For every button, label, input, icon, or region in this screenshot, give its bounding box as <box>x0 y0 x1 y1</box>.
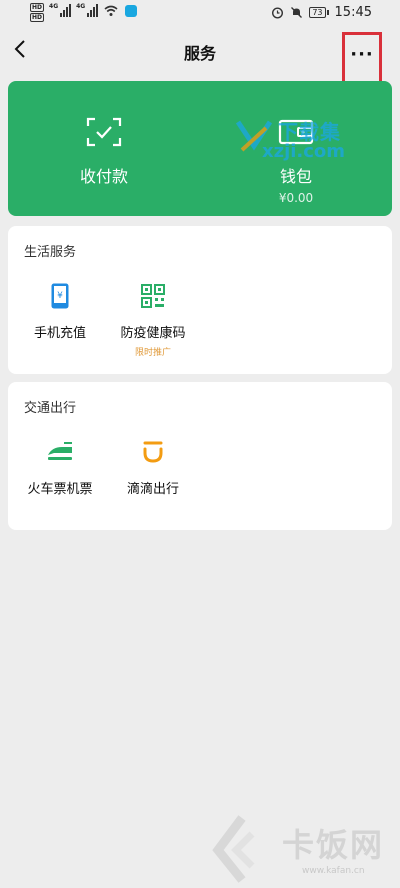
section-title: 生活服务 <box>24 245 77 260</box>
more-icon: ··· <box>350 44 374 65</box>
page-title: 服务 <box>183 44 216 63</box>
train-flight-label: 火车票机票 <box>27 482 93 497</box>
train-flight-button[interactable]: 火车票机票 <box>10 438 110 522</box>
mute-bell-icon <box>291 7 303 18</box>
more-options-button[interactable]: ··· <box>342 32 382 86</box>
hd-badge: HD <box>30 3 45 12</box>
alarm-icon <box>272 7 284 19</box>
signal-icon: 4G <box>49 3 72 17</box>
section-title: 交通出行 <box>24 401 77 416</box>
hd-badge: HD <box>30 13 45 22</box>
phone-recharge-icon: ¥ <box>46 282 74 310</box>
header: 服务 ··· <box>0 28 400 86</box>
didi-label: 滴滴出行 <box>126 482 179 497</box>
wallet-balance: ¥0.00 <box>278 191 314 205</box>
battery-level: 73 <box>309 7 326 18</box>
didi-icon <box>139 438 167 466</box>
watermark-kafan-url: www.kafan.cn <box>302 866 365 876</box>
signal-icon: 4G <box>76 3 99 17</box>
train-icon <box>46 438 74 466</box>
transport-section: 交通出行 火车票机票 滴滴出行 <box>8 382 392 530</box>
kafan-logo-icon <box>212 815 255 883</box>
pay-receive-label: 收付款 <box>79 167 128 186</box>
app-notification-icon <box>125 5 138 17</box>
didi-button[interactable]: 滴滴出行 <box>103 438 203 522</box>
svg-text:¥: ¥ <box>57 291 63 301</box>
life-services-section: 生活服务 ¥ 手机充值 防疫健康码 限时推广 <box>8 226 392 374</box>
pay-receive-button[interactable]: 收付款 <box>8 81 200 216</box>
scan-check-icon <box>86 117 122 147</box>
network-type: 4G <box>76 3 86 10</box>
hd-badges: HD HD <box>30 3 45 22</box>
watermark-kafan-cn: 卡饭网 <box>282 826 385 864</box>
watermark-xzji-en: xzji.com <box>262 141 346 162</box>
phone-recharge-label: 手机充值 <box>33 326 86 341</box>
health-code-label: 防疫健康码 <box>120 326 186 341</box>
qr-code-icon <box>139 282 167 310</box>
status-right: 73 15:45 <box>271 5 372 20</box>
watermark-xzji: 下载集 xzji.com <box>232 116 345 162</box>
wallet-label: 钱包 <box>279 167 312 186</box>
status-left: HD HD 4G 4G <box>30 3 138 22</box>
watermark-kafan: 卡饭网 www.kafan.cn <box>212 814 392 884</box>
health-code-button[interactable]: 防疫健康码 限时推广 <box>103 282 203 366</box>
phone-recharge-button[interactable]: ¥ 手机充值 <box>10 282 110 366</box>
status-bar: HD HD 4G 4G 73 15:45 <box>0 0 400 28</box>
network-type: 4G <box>49 3 59 10</box>
wifi-icon <box>104 5 118 16</box>
battery-icon: 73 <box>309 7 329 18</box>
promo-tag: 限时推广 <box>134 348 171 358</box>
xzji-logo-icon <box>235 120 273 152</box>
clock: 15:45 <box>334 5 372 20</box>
